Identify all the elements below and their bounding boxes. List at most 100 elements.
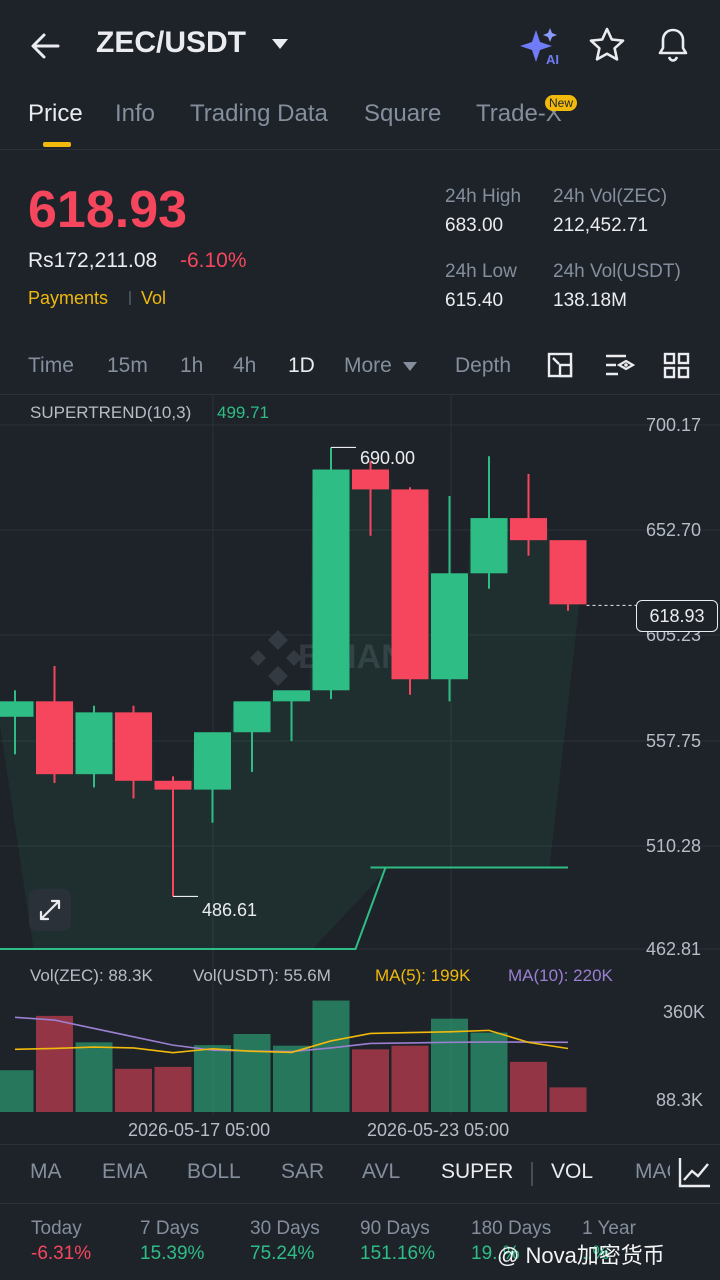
volume-bar [75, 1042, 113, 1112]
volume-bar [470, 1032, 508, 1112]
candle-body [36, 701, 73, 775]
high-marker-label: 690.00 [360, 448, 416, 468]
last-price: 618.93 [28, 181, 188, 239]
fullscreen-button[interactable] [29, 889, 71, 931]
candle-body [115, 712, 152, 781]
vol-zec-label: Vol(ZEC): 88.3K [30, 966, 153, 985]
ma5-label: MA(5): 199K [375, 966, 471, 985]
perf-value: 15.39% [140, 1243, 205, 1264]
price-change: -6.10% [180, 249, 247, 272]
performance-divider [0, 1203, 720, 1204]
vol-usdt-label: Vol(USDT): 55.6M [193, 966, 331, 985]
perf-label: 180 Days [471, 1218, 552, 1239]
timeframe-time[interactable]: Time [28, 354, 74, 378]
indicator-divider [0, 1144, 720, 1145]
date-tick: 2026-05-17 05:00 [128, 1120, 271, 1140]
timeframe-more[interactable]: More [344, 354, 392, 378]
perf-label: 90 Days [360, 1218, 430, 1239]
tab-bar: Price Info Trading Data Square Trade-X [0, 98, 720, 150]
price-tick: 700.17 [646, 415, 702, 435]
stat-value-24h-low: 615.40 [445, 290, 504, 311]
volume-bar [115, 1068, 152, 1112]
current-price-tag: 618.93 [636, 600, 718, 632]
timeframe-15m[interactable]: 15m [107, 354, 148, 378]
candle-body [510, 518, 547, 541]
vol-tick: 360K [663, 1002, 706, 1022]
tab-trading-data[interactable]: Trading Data [190, 100, 328, 128]
indicator-ma[interactable]: MA [30, 1160, 62, 1184]
indicator-ema[interactable]: EMA [102, 1160, 148, 1184]
bell-icon[interactable] [654, 25, 692, 65]
candle-body [75, 712, 113, 775]
indicator-settings-button[interactable] [670, 1148, 720, 1200]
perf-label: 30 Days [250, 1218, 320, 1239]
vol-tick: 88.3K [656, 1090, 704, 1110]
date-tick: 2026-05-23 05:00 [367, 1120, 510, 1140]
stat-label-24h-vol-usdt: 24h Vol(USDT) [553, 261, 681, 282]
tag-vol[interactable]: Vol [141, 288, 166, 309]
stat-value-24h-vol-zec: 212,452.71 [553, 215, 649, 236]
expand-icon [39, 899, 61, 921]
perf-label: Today [31, 1218, 82, 1239]
perf-label: 1 Year [582, 1218, 636, 1239]
grid-layout-icon[interactable] [663, 352, 691, 380]
volume-bar [233, 1034, 271, 1112]
more-caret-icon[interactable] [402, 361, 418, 372]
stat-label-24h-vol-zec: 24h Vol(ZEC) [553, 186, 668, 207]
candle-body [312, 469, 350, 691]
volume-bar [0, 1070, 34, 1112]
candle-body [549, 540, 587, 605]
caret-down-icon[interactable] [270, 37, 290, 51]
chart-settings-icon[interactable] [604, 351, 636, 381]
volume-bar [154, 1066, 192, 1112]
timeframe-1d[interactable]: 1D [288, 354, 315, 378]
pair-title[interactable]: ZEC/USDT [96, 26, 246, 60]
perf-value: 75.24% [250, 1243, 315, 1264]
volume-bar [36, 1015, 73, 1112]
volume-bar [391, 1045, 429, 1112]
timeframe-4h[interactable]: 4h [233, 354, 256, 378]
perf-value: 151.16% [360, 1243, 436, 1264]
volume-bar [194, 1045, 231, 1112]
ma10-label: MA(10): 220K [508, 966, 613, 985]
app-screen: ZEC/USDT AI Price Info Trading Data Squa… [0, 0, 720, 1280]
indicator-vol[interactable]: VOL [551, 1160, 593, 1184]
indicator-separator [531, 1162, 533, 1186]
ai-icon[interactable]: AI [520, 26, 564, 66]
tab-square[interactable]: Square [364, 100, 441, 128]
indicator-macd[interactable]: MACD [635, 1160, 673, 1184]
price-tick: 652.70 [646, 520, 702, 540]
perf-label: 7 Days [140, 1218, 200, 1239]
stat-label-24h-low: 24h Low [445, 261, 517, 282]
star-icon[interactable] [588, 26, 626, 64]
svg-text:AI: AI [546, 52, 559, 66]
low-marker-label: 486.61 [202, 900, 258, 920]
candle-body [431, 573, 468, 680]
volume-bars [0, 1000, 587, 1112]
chart-style-icon[interactable] [546, 351, 576, 381]
candle-body [273, 690, 310, 702]
candlestick-chart[interactable]: BINANCE [0, 395, 720, 1145]
timeframe-1h[interactable]: 1h [180, 354, 203, 378]
price-tick: 462.81 [646, 939, 702, 959]
tab-active-indicator [43, 142, 71, 147]
stat-label-24h-high: 24h High [445, 186, 522, 207]
candle-body [154, 780, 192, 790]
indicator-boll[interactable]: BOLL [187, 1160, 241, 1184]
tab-info[interactable]: Info [115, 100, 155, 128]
indicator-sar[interactable]: SAR [281, 1160, 324, 1184]
indicator-avl[interactable]: AVL [362, 1160, 400, 1184]
new-badge: New [545, 95, 578, 111]
tab-price[interactable]: Price [28, 100, 83, 128]
timeframe-depth[interactable]: Depth [455, 354, 511, 378]
stat-value-24h-high: 683.00 [445, 215, 504, 236]
tag-payments[interactable]: Payments [28, 288, 108, 309]
perf-value: -6.31% [31, 1243, 92, 1264]
candle-body [194, 732, 231, 790]
top-bar: ZEC/USDT AI [0, 0, 720, 90]
back-arrow-icon[interactable] [28, 28, 64, 64]
tag-divider [129, 291, 131, 305]
indicator-super[interactable]: SUPER [441, 1160, 513, 1184]
fiat-price: Rs172,211.08 [28, 249, 158, 272]
volume-bar [312, 1000, 350, 1112]
